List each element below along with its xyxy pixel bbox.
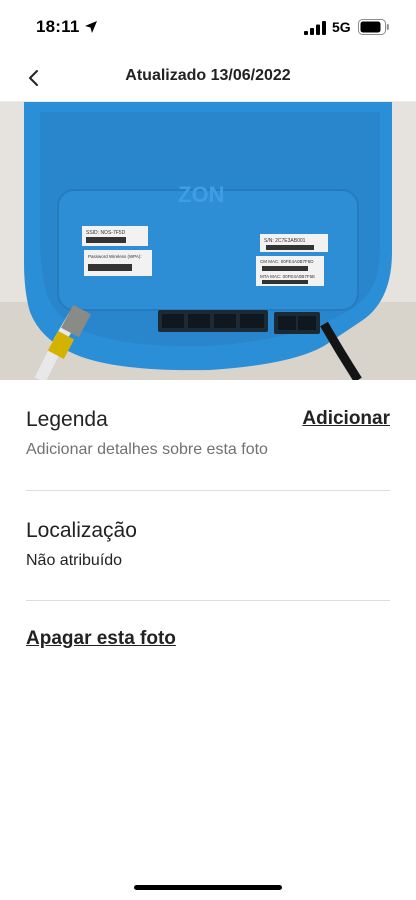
delete-photo-link[interactable]: Apagar esta foto	[26, 628, 176, 650]
cm-mac-label: CM MAC: 00FE4A0B7F5D	[260, 259, 314, 264]
ssid-label: SSID: NOS-7F5D	[86, 230, 126, 236]
location-section[interactable]: Localização Não atribuído	[26, 519, 390, 579]
router-brand-logo: ZON	[178, 182, 224, 207]
cellular-signal-icon	[304, 21, 326, 35]
location-arrow-icon	[85, 21, 97, 33]
router-photo-illustration: ZON SSID: NOS-7F5D Password Wireless (WP…	[0, 102, 416, 380]
divider	[26, 600, 390, 601]
caption-section: Legenda Adicionar detalhes sobre esta fo…	[26, 408, 390, 468]
divider	[26, 490, 390, 491]
network-type: 5G	[332, 19, 351, 35]
status-time: 18:11	[36, 17, 80, 36]
status-bar: 18:11 5G	[0, 0, 416, 54]
mta-mac-label: MTA MAC: 00FE4A0B7F5E	[260, 274, 315, 279]
location-value: Não atribuído	[26, 552, 123, 569]
password-label: Password Wireless (WPA):	[88, 254, 142, 259]
page-title: Atualizado 13/06/2022	[125, 67, 291, 84]
sn-label: S/N: 2C7E3AB001	[264, 238, 306, 244]
photo[interactable]: ZON SSID: NOS-7F5D Password Wireless (WP…	[0, 102, 416, 380]
top-nav-bar: Atualizado 13/06/2022	[0, 54, 416, 102]
home-indicator	[134, 885, 282, 890]
add-caption-link[interactable]: Adicionar	[302, 408, 390, 430]
battery-icon	[358, 19, 389, 35]
location-title: Localização	[26, 519, 137, 542]
caption-placeholder: Adicionar detalhes sobre esta foto	[26, 441, 268, 458]
